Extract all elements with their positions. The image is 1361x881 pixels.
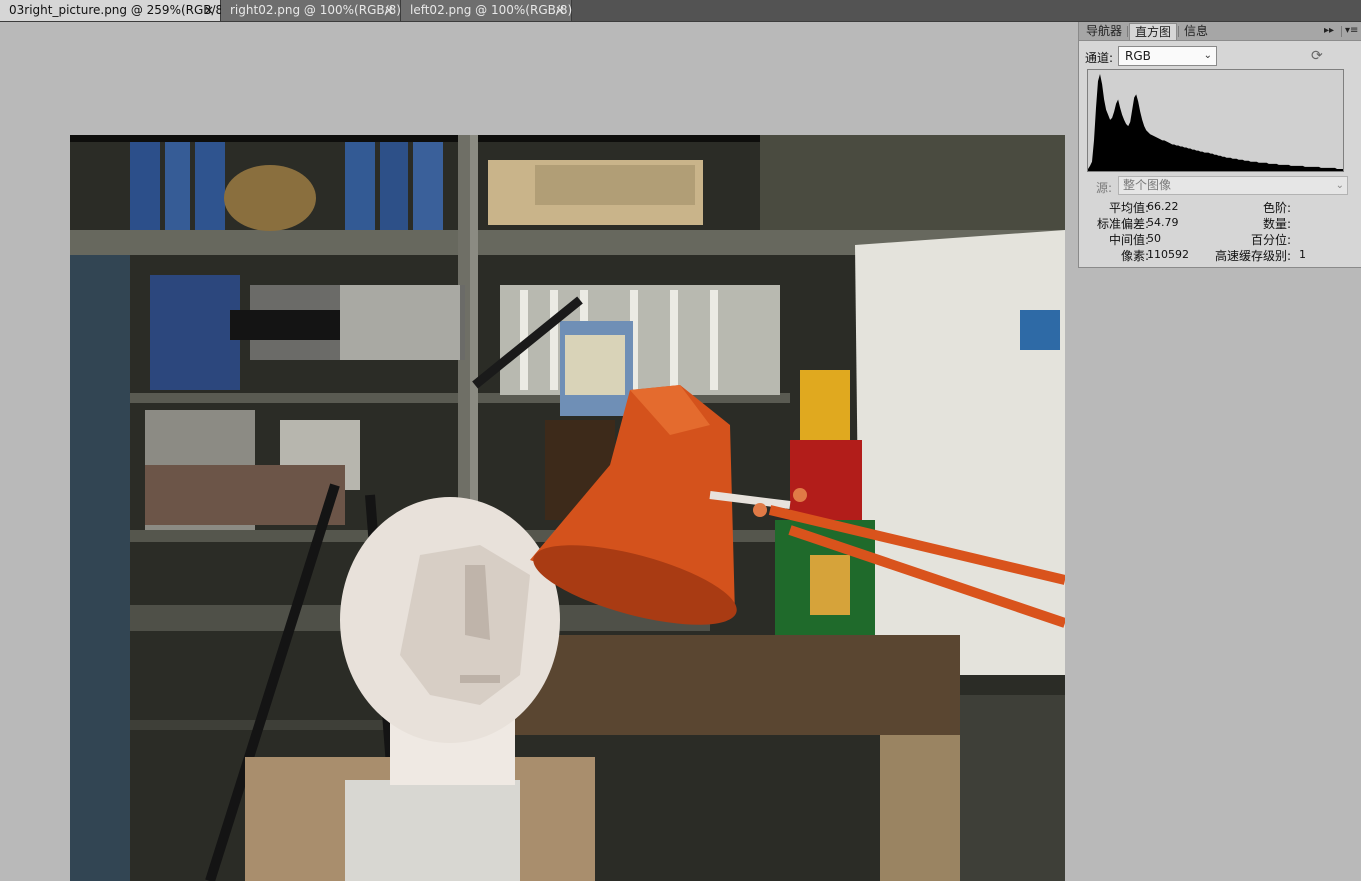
document-canvas[interactable] <box>0 22 1076 881</box>
tab-separator <box>1127 26 1128 37</box>
close-icon[interactable]: × <box>555 0 565 21</box>
cache-level-label: 高速缓存级别: <box>1214 249 1291 263</box>
chevron-down-icon: ⌄ <box>1203 50 1212 61</box>
level-label: 色阶: <box>1262 201 1291 215</box>
channel-value: RGB <box>1125 49 1151 63</box>
tab-histogram[interactable]: 直方图 <box>1129 23 1178 40</box>
histogram-graph <box>1087 69 1344 172</box>
source-value: 整个图像 <box>1123 178 1172 192</box>
histogram-plot <box>1088 74 1343 171</box>
pixels-value: 110592 <box>1147 248 1189 261</box>
close-icon[interactable]: × <box>204 0 214 21</box>
percentile-label: 百分位: <box>1250 233 1291 247</box>
channel-select[interactable]: RGB ⌄ <box>1118 46 1217 66</box>
std-label: 标准偏差: <box>1096 217 1149 231</box>
tab-right02[interactable]: right02.png @ 100%(RGB/8) × <box>221 0 401 21</box>
median-value: 50 <box>1147 232 1161 245</box>
histogram-area <box>1088 74 1343 171</box>
tab-03right-picture[interactable]: 03right_picture.png @ 259%(RGB/8) × <box>0 0 228 21</box>
tab-label: right02.png @ 100%(RGB/8) <box>230 3 401 17</box>
close-icon[interactable]: × <box>384 0 394 21</box>
cache-level-value: 1 <box>1299 248 1306 261</box>
mean-value: 66.22 <box>1147 200 1179 213</box>
mean-label: 平均值: <box>1108 201 1149 215</box>
tab-left02[interactable]: left02.png @ 100%(RGB/8) × <box>401 0 572 21</box>
tab-navigator[interactable]: 导航器 <box>1081 23 1127 40</box>
tab-info[interactable]: 信息 <box>1179 23 1213 40</box>
source-select[interactable]: 整个图像 ⌄ <box>1118 176 1348 195</box>
count-label: 数量: <box>1262 217 1291 231</box>
panel-ctrl-separator <box>1341 26 1342 37</box>
expand-icon[interactable]: ▸▸ <box>1324 22 1334 40</box>
panel-tab-bar: 导航器 直方图 信息 ▸▸ ▾≡ <box>1079 22 1361 41</box>
pixels-label: 像素: <box>1120 249 1149 263</box>
channel-label: 通道: <box>1085 51 1114 65</box>
source-label: 源: <box>1096 181 1113 195</box>
chevron-down-icon: ⌄ <box>1335 180 1344 191</box>
document-image[interactable] <box>70 135 1065 881</box>
median-label: 中间值: <box>1108 233 1149 247</box>
tab-label: left02.png @ 100%(RGB/8) <box>410 3 573 17</box>
panel-menu-icon[interactable]: ▾≡ <box>1345 22 1358 40</box>
document-tab-bar: 03right_picture.png @ 259%(RGB/8) × righ… <box>0 0 1361 22</box>
photo-scene <box>70 135 1065 881</box>
tab-label: 03right_picture.png @ 259%(RGB/8) <box>9 3 228 17</box>
refresh-icon[interactable]: ⟳ <box>1311 48 1323 64</box>
histogram-panel: 导航器 直方图 信息 ▸▸ ▾≡ 通道: RGB ⌄ ⟳ 源: 整个图像 ⌄ 平… <box>1078 22 1361 268</box>
std-value: 54.79 <box>1147 216 1179 229</box>
